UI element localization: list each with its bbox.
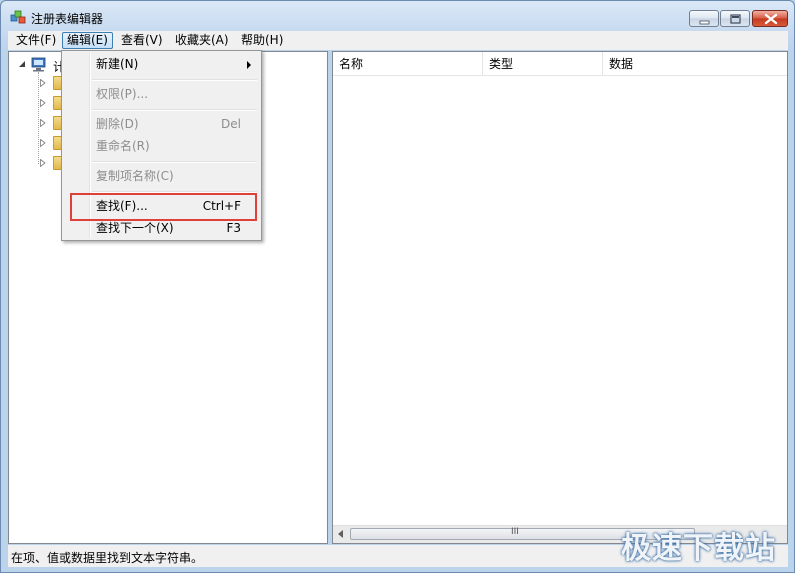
menu-file[interactable]: 文件(F) <box>12 33 60 48</box>
close-icon <box>764 13 778 25</box>
tree-item-hive[interactable] <box>9 114 69 132</box>
minimize-icon <box>699 20 710 25</box>
menu-item-permissions-label: 权限(P)... <box>96 87 149 101</box>
registry-editor-icon <box>10 10 26 24</box>
menu-separator <box>92 79 257 81</box>
registry-editor-window: 注册表编辑器 文件(F) 编辑(E) 查看(V) 收藏夹(A) 帮助(H) 计 … <box>0 0 795 573</box>
menu-item-delete-label: 删除(D) <box>96 117 139 131</box>
find-highlight-box <box>70 193 257 221</box>
expanded-arrow-icon[interactable] <box>19 61 26 68</box>
registry-values-pane[interactable]: 名称 类型 数据 III <box>332 51 788 544</box>
menu-item-delete-shortcut: Del <box>221 117 241 131</box>
menu-item-delete[interactable]: 删除(D) Del <box>64 113 259 135</box>
menu-item-rename-label: 重命名(R) <box>96 139 150 153</box>
scroll-left-icon[interactable] <box>338 530 344 538</box>
menu-bar: 文件(F) 编辑(E) 查看(V) 收藏夹(A) 帮助(H) <box>8 31 788 50</box>
minimize-button[interactable] <box>689 10 719 27</box>
scrollbar-grip: III <box>511 527 519 537</box>
collapsed-arrow-icon[interactable] <box>40 119 46 127</box>
menu-help[interactable]: 帮助(H) <box>237 33 287 48</box>
menu-separator <box>92 161 257 163</box>
submenu-arrow-icon <box>247 61 251 69</box>
column-header-name[interactable]: 名称 <box>333 52 483 76</box>
column-header-type[interactable]: 类型 <box>483 52 603 76</box>
collapsed-arrow-icon[interactable] <box>40 99 46 107</box>
collapsed-arrow-icon[interactable] <box>40 159 46 167</box>
collapsed-arrow-icon[interactable] <box>40 79 46 87</box>
menu-view[interactable]: 查看(V) <box>117 33 167 48</box>
close-button[interactable] <box>752 10 788 27</box>
tree-item-hive[interactable] <box>9 74 69 92</box>
menu-item-copy-key-name[interactable]: 复制项名称(C) <box>64 165 259 187</box>
column-header-data[interactable]: 数据 <box>603 52 787 76</box>
menu-item-copy-key-name-label: 复制项名称(C) <box>96 169 174 183</box>
computer-icon <box>31 57 46 72</box>
status-text: 在项、值或数据里找到文本字符串。 <box>11 551 204 565</box>
menu-item-rename[interactable]: 重命名(R) <box>64 135 259 157</box>
window-title: 注册表编辑器 <box>31 12 104 26</box>
menu-item-permissions[interactable]: 权限(P)... <box>64 83 259 105</box>
menu-separator <box>92 109 257 111</box>
collapsed-arrow-icon[interactable] <box>40 139 46 147</box>
menu-favorites[interactable]: 收藏夹(A) <box>171 33 233 48</box>
tree-item-hive[interactable] <box>9 134 69 152</box>
maximize-button[interactable] <box>720 10 750 27</box>
maximize-icon <box>730 14 741 24</box>
menu-item-new[interactable]: 新建(N) <box>64 53 259 75</box>
menu-edit[interactable]: 编辑(E) <box>62 32 113 49</box>
watermark-logo: 极速下载站 <box>621 531 776 566</box>
title-bar[interactable]: 注册表编辑器 <box>1 1 794 31</box>
menu-item-new-label: 新建(N) <box>96 57 139 71</box>
tree-item-hive[interactable] <box>9 94 69 112</box>
tree-item-hive[interactable] <box>9 154 69 172</box>
